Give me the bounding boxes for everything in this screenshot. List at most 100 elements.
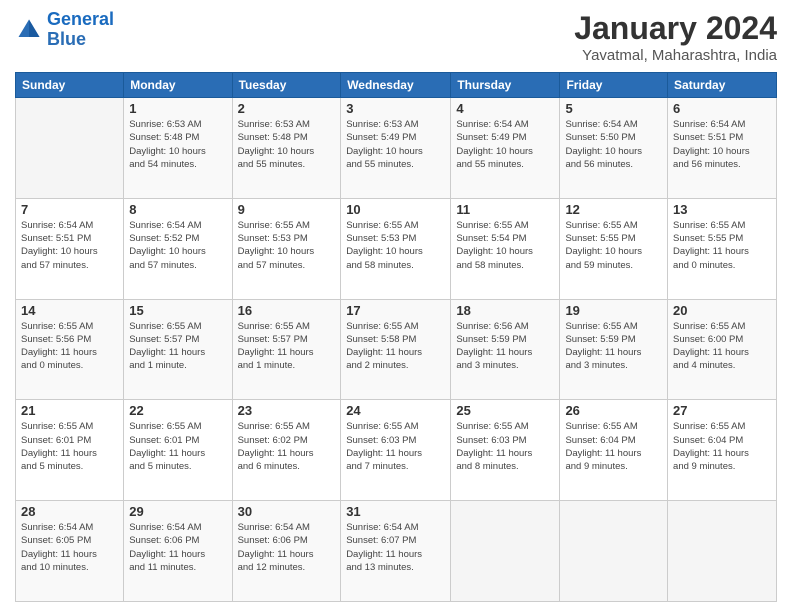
day-number: 3 <box>346 101 445 116</box>
calendar-cell: 15Sunrise: 6:55 AM Sunset: 5:57 PM Dayli… <box>124 299 232 400</box>
calendar-cell <box>560 501 668 602</box>
day-number: 6 <box>673 101 771 116</box>
day-number: 17 <box>346 303 445 318</box>
day-number: 10 <box>346 202 445 217</box>
day-number: 5 <box>565 101 662 116</box>
day-info: Sunrise: 6:55 AM Sunset: 5:59 PM Dayligh… <box>565 320 662 373</box>
day-info: Sunrise: 6:55 AM Sunset: 5:55 PM Dayligh… <box>673 219 771 272</box>
calendar-cell: 9 Sunrise: 6:55 AM Sunset: 5:53 PM Daylig… <box>232 198 341 299</box>
calendar-cell: 16Sunrise: 6:55 AM Sunset: 5:57 PM Dayli… <box>232 299 341 400</box>
day-info: Sunrise: 6:54 AM Sunset: 5:51 PM Dayligh… <box>21 219 118 272</box>
day-number: 28 <box>21 504 118 519</box>
day-info: Sunrise: 6:54 AM Sunset: 6:07 PM Dayligh… <box>346 521 445 574</box>
calendar-cell: 30Sunrise: 6:54 AM Sunset: 6:06 PM Dayli… <box>232 501 341 602</box>
day-number: 2 <box>238 101 336 116</box>
day-number: 14 <box>21 303 118 318</box>
day-info: Sunrise: 6:56 AM Sunset: 5:59 PM Dayligh… <box>456 320 554 373</box>
day-info: Sunrise: 6:55 AM Sunset: 6:02 PM Dayligh… <box>238 420 336 473</box>
calendar-cell: 6 Sunrise: 6:54 AM Sunset: 5:51 PM Daylig… <box>668 98 777 199</box>
day-info: Sunrise: 6:55 AM Sunset: 5:58 PM Dayligh… <box>346 320 445 373</box>
day-number: 23 <box>238 403 336 418</box>
day-number: 1 <box>129 101 226 116</box>
day-info: Sunrise: 6:53 AM Sunset: 5:49 PM Dayligh… <box>346 118 445 171</box>
calendar-cell <box>668 501 777 602</box>
day-info: Sunrise: 6:53 AM Sunset: 5:48 PM Dayligh… <box>238 118 336 171</box>
logo-blue: Blue <box>47 29 86 49</box>
logo-icon <box>15 16 43 44</box>
logo: General Blue <box>15 10 114 50</box>
day-info: Sunrise: 6:55 AM Sunset: 5:53 PM Dayligh… <box>238 219 336 272</box>
calendar-table: SundayMondayTuesdayWednesdayThursdayFrid… <box>15 72 777 602</box>
day-info: Sunrise: 6:55 AM Sunset: 6:04 PM Dayligh… <box>565 420 662 473</box>
location: Yavatmal, Maharashtra, India <box>574 47 777 64</box>
day-header-friday: Friday <box>560 73 668 98</box>
calendar-cell: 3 Sunrise: 6:53 AM Sunset: 5:49 PM Daylig… <box>341 98 451 199</box>
calendar-cell: 31 Sunrise: 6:54 AM Sunset: 6:07 PM Dayli… <box>341 501 451 602</box>
day-number: 19 <box>565 303 662 318</box>
day-number: 8 <box>129 202 226 217</box>
day-info: Sunrise: 6:55 AM Sunset: 5:53 PM Dayligh… <box>346 219 445 272</box>
calendar-cell: 27 Sunrise: 6:55 AM Sunset: 6:04 PM Dayli… <box>668 400 777 501</box>
day-info: Sunrise: 6:54 AM Sunset: 5:52 PM Dayligh… <box>129 219 226 272</box>
day-number: 13 <box>673 202 771 217</box>
day-info: Sunrise: 6:55 AM Sunset: 5:54 PM Dayligh… <box>456 219 554 272</box>
title-block: January 2024 Yavatmal, Maharashtra, Indi… <box>574 10 777 64</box>
day-number: 16 <box>238 303 336 318</box>
day-header-monday: Monday <box>124 73 232 98</box>
day-header-wednesday: Wednesday <box>341 73 451 98</box>
calendar-cell: 23 Sunrise: 6:55 AM Sunset: 6:02 PM Dayli… <box>232 400 341 501</box>
calendar-cell: 17 Sunrise: 6:55 AM Sunset: 5:58 PM Dayli… <box>341 299 451 400</box>
day-info: Sunrise: 6:55 AM Sunset: 6:01 PM Dayligh… <box>21 420 118 473</box>
day-info: Sunrise: 6:55 AM Sunset: 6:03 PM Dayligh… <box>456 420 554 473</box>
day-info: Sunrise: 6:55 AM Sunset: 6:01 PM Dayligh… <box>129 420 226 473</box>
day-info: Sunrise: 6:54 AM Sunset: 5:50 PM Dayligh… <box>565 118 662 171</box>
logo-general: General <box>47 9 114 29</box>
calendar-cell: 28 Sunrise: 6:54 AM Sunset: 6:05 PM Dayli… <box>16 501 124 602</box>
calendar-cell: 1 Sunrise: 6:53 AM Sunset: 5:48 PM Daylig… <box>124 98 232 199</box>
calendar-cell: 21Sunrise: 6:55 AM Sunset: 6:01 PM Dayli… <box>16 400 124 501</box>
calendar-cell: 25 Sunrise: 6:55 AM Sunset: 6:03 PM Dayli… <box>451 400 560 501</box>
calendar-cell: 26 Sunrise: 6:55 AM Sunset: 6:04 PM Dayli… <box>560 400 668 501</box>
calendar-cell <box>16 98 124 199</box>
day-info: Sunrise: 6:54 AM Sunset: 6:05 PM Dayligh… <box>21 521 118 574</box>
calendar-cell: 29Sunrise: 6:54 AM Sunset: 6:06 PM Dayli… <box>124 501 232 602</box>
day-number: 12 <box>565 202 662 217</box>
week-row-3: 21Sunrise: 6:55 AM Sunset: 6:01 PM Dayli… <box>16 400 777 501</box>
day-info: Sunrise: 6:53 AM Sunset: 5:48 PM Dayligh… <box>129 118 226 171</box>
day-info: Sunrise: 6:55 AM Sunset: 5:56 PM Dayligh… <box>21 320 118 373</box>
calendar-cell <box>451 501 560 602</box>
day-header-tuesday: Tuesday <box>232 73 341 98</box>
day-info: Sunrise: 6:55 AM Sunset: 6:04 PM Dayligh… <box>673 420 771 473</box>
calendar-cell: 5 Sunrise: 6:54 AM Sunset: 5:50 PM Daylig… <box>560 98 668 199</box>
day-number: 27 <box>673 403 771 418</box>
day-info: Sunrise: 6:55 AM Sunset: 6:03 PM Dayligh… <box>346 420 445 473</box>
day-info: Sunrise: 6:54 AM Sunset: 6:06 PM Dayligh… <box>129 521 226 574</box>
day-number: 30 <box>238 504 336 519</box>
day-number: 4 <box>456 101 554 116</box>
day-info: Sunrise: 6:55 AM Sunset: 6:00 PM Dayligh… <box>673 320 771 373</box>
day-number: 24 <box>346 403 445 418</box>
calendar-cell: 24 Sunrise: 6:55 AM Sunset: 6:03 PM Dayli… <box>341 400 451 501</box>
day-info: Sunrise: 6:55 AM Sunset: 5:57 PM Dayligh… <box>129 320 226 373</box>
day-number: 31 <box>346 504 445 519</box>
calendar-cell: 20Sunrise: 6:55 AM Sunset: 6:00 PM Dayli… <box>668 299 777 400</box>
calendar-cell: 19 Sunrise: 6:55 AM Sunset: 5:59 PM Dayli… <box>560 299 668 400</box>
day-info: Sunrise: 6:54 AM Sunset: 5:51 PM Dayligh… <box>673 118 771 171</box>
day-number: 11 <box>456 202 554 217</box>
day-number: 25 <box>456 403 554 418</box>
day-number: 18 <box>456 303 554 318</box>
logo-text: General Blue <box>47 10 114 50</box>
calendar-cell: 8 Sunrise: 6:54 AM Sunset: 5:52 PM Daylig… <box>124 198 232 299</box>
calendar-cell: 4 Sunrise: 6:54 AM Sunset: 5:49 PM Daylig… <box>451 98 560 199</box>
calendar-cell: 12Sunrise: 6:55 AM Sunset: 5:55 PM Dayli… <box>560 198 668 299</box>
calendar-cell: 13 Sunrise: 6:55 AM Sunset: 5:55 PM Dayli… <box>668 198 777 299</box>
day-header-row: SundayMondayTuesdayWednesdayThursdayFrid… <box>16 73 777 98</box>
week-row-2: 14 Sunrise: 6:55 AM Sunset: 5:56 PM Dayli… <box>16 299 777 400</box>
day-info: Sunrise: 6:54 AM Sunset: 5:49 PM Dayligh… <box>456 118 554 171</box>
calendar-cell: 7Sunrise: 6:54 AM Sunset: 5:51 PM Daylig… <box>16 198 124 299</box>
month-year: January 2024 <box>574 10 777 47</box>
day-number: 9 <box>238 202 336 217</box>
day-number: 26 <box>565 403 662 418</box>
calendar-cell: 18 Sunrise: 6:56 AM Sunset: 5:59 PM Dayli… <box>451 299 560 400</box>
page: General Blue January 2024 Yavatmal, Maha… <box>0 0 792 612</box>
